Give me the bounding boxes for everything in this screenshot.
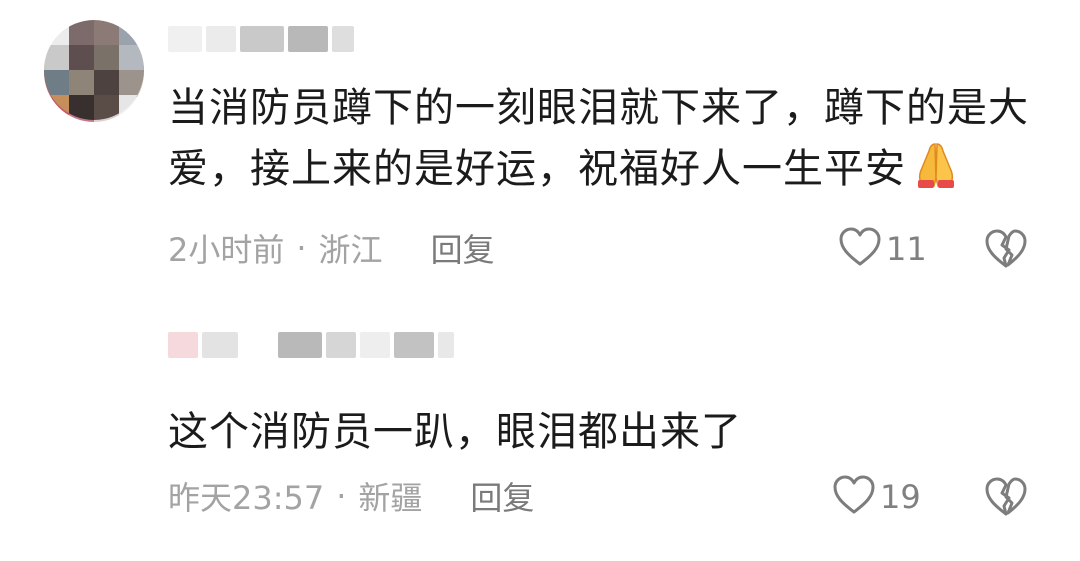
meta-separator: · bbox=[296, 229, 307, 267]
broken-heart-icon[interactable] bbox=[984, 476, 1028, 520]
folded-hands-icon bbox=[910, 138, 962, 190]
comment-meta: 2小时前 · 浙江 回复 bbox=[168, 226, 495, 270]
reply-button[interactable]: 回复 bbox=[431, 225, 495, 271]
meta-separator: · bbox=[336, 477, 347, 515]
comment-time: 昨天23:57 bbox=[168, 479, 325, 517]
comment-location: 新疆 bbox=[358, 479, 423, 517]
like-button[interactable]: 19 bbox=[832, 475, 921, 519]
comment-body: 当消防员蹲下的一刻眼泪就下来了，蹲下的是大爱，接上来的是好运，祝福好人一生平安 bbox=[168, 85, 1029, 192]
heart-outline-icon bbox=[838, 226, 882, 272]
comment-text: 这个消防员一趴，眼泪都出来了 bbox=[168, 402, 1048, 462]
like-button[interactable]: 11 bbox=[838, 227, 927, 271]
like-count: 19 bbox=[880, 478, 921, 516]
heart-outline-icon bbox=[832, 474, 876, 520]
broken-heart-icon[interactable] bbox=[984, 228, 1028, 272]
comment-item: 这个消防员一趴，眼泪都出来了 昨天23:57 · 新疆 回复 19 bbox=[0, 20, 1080, 561]
username-obscured[interactable] bbox=[168, 328, 458, 362]
comment-time: 2小时前 bbox=[168, 231, 285, 269]
comment-item: 当消防员蹲下的一刻眼泪就下来了，蹲下的是大爱，接上来的是好运，祝福好人一生平安 … bbox=[0, 0, 1080, 290]
comment-meta: 昨天23:57 · 新疆 回复 bbox=[168, 474, 534, 518]
comment-text: 当消防员蹲下的一刻眼泪就下来了，蹲下的是大爱，接上来的是好运，祝福好人一生平安 bbox=[168, 78, 1048, 199]
avatar[interactable] bbox=[44, 20, 144, 120]
reply-button[interactable]: 回复 bbox=[470, 473, 534, 519]
like-count: 11 bbox=[886, 230, 927, 268]
comment-location: 浙江 bbox=[318, 231, 383, 269]
username-obscured[interactable] bbox=[168, 22, 358, 56]
comment-body: 这个消防员一趴，眼泪都出来了 bbox=[168, 409, 742, 455]
